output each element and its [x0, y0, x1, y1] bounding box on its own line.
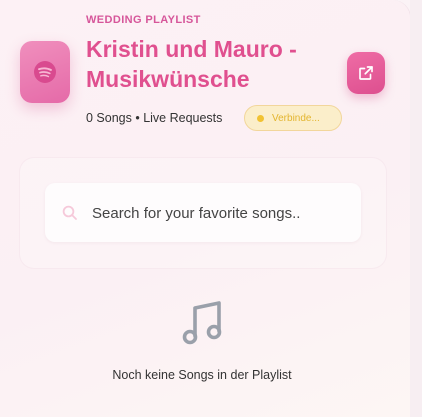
playlist-overline: WEDDING PLAYLIST — [86, 14, 201, 26]
empty-playlist-message: Noch keine Songs in der Playlist — [112, 368, 292, 382]
playlist-meta: 0 Songs • Live Requests — [86, 111, 223, 125]
spotify-icon — [34, 61, 56, 83]
search-input[interactable] — [92, 198, 342, 228]
spotify-logo — [20, 41, 70, 103]
status-dot-icon — [257, 114, 264, 122]
external-link-icon — [359, 66, 373, 80]
page-edge — [410, 0, 422, 417]
page-title: Kristin und Mauro - Musikwünsche — [86, 36, 297, 92]
music-note-icon — [182, 301, 222, 345]
search-icon — [62, 205, 77, 220]
open-external-button[interactable] — [347, 52, 385, 94]
connection-status-badge: Verbinde... — [244, 105, 342, 131]
connection-status-text: Verbinde... — [272, 112, 320, 124]
